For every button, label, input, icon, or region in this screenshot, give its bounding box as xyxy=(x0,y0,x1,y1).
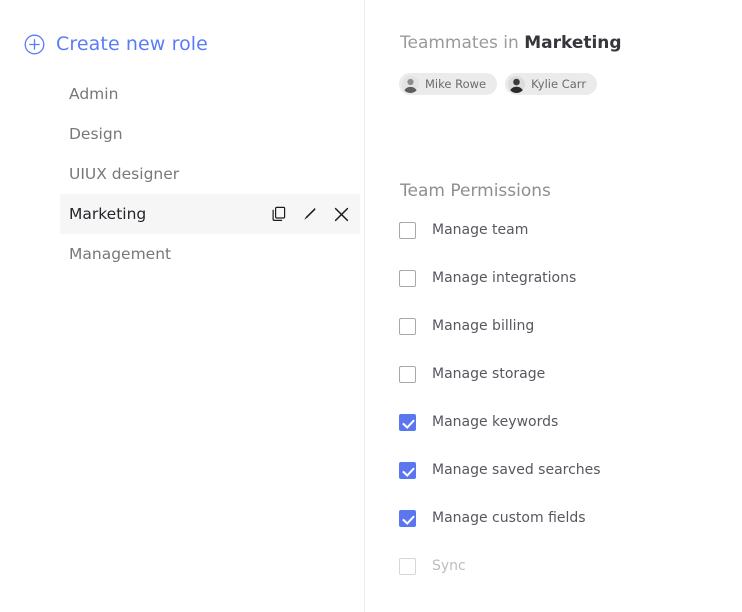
role-list-item-management[interactable]: Management xyxy=(60,234,360,274)
role-name: Design xyxy=(69,125,123,143)
permission-row-manage-custom-fields[interactable]: Manage custom fields xyxy=(399,506,739,530)
teammates-heading-role: Marketing xyxy=(524,33,622,53)
permission-label: Manage team xyxy=(432,222,529,238)
teammate-chip-list: Mike Rowe Kylie Carr xyxy=(399,73,598,95)
create-new-role-label: Create new role xyxy=(56,33,208,55)
roles-sidebar: Create new role Admin Design UIUX design… xyxy=(0,0,364,612)
role-name: Management xyxy=(69,245,172,263)
role-name: Admin xyxy=(69,85,119,103)
permission-label: Manage storage xyxy=(432,366,546,382)
role-row-actions xyxy=(271,206,350,223)
role-list-item-design[interactable]: Design xyxy=(60,114,360,154)
permission-label: Manage saved searches xyxy=(432,462,601,478)
copy-icon[interactable] xyxy=(271,206,287,222)
permissions-heading: Team Permissions xyxy=(400,181,551,201)
permissions-list: Manage team Manage integrations Manage b… xyxy=(399,218,739,602)
permission-row-manage-billing[interactable]: Manage billing xyxy=(399,314,739,338)
avatar xyxy=(508,75,526,93)
permission-row-manage-saved-searches[interactable]: Manage saved searches xyxy=(399,458,739,482)
teammates-heading-prefix: Teammates in xyxy=(400,33,525,53)
teammate-chip[interactable]: Mike Rowe xyxy=(399,73,498,95)
checkbox[interactable] xyxy=(399,365,416,383)
checkbox xyxy=(399,557,416,575)
teammates-heading: Teammates in Marketing xyxy=(400,33,622,53)
checkbox[interactable] xyxy=(399,317,416,335)
permission-row-manage-storage[interactable]: Manage storage xyxy=(399,362,739,386)
role-detail-panel: Teammates in Marketing Mike Rowe Kylie C… xyxy=(365,0,742,612)
permission-row-manage-team[interactable]: Manage team xyxy=(399,218,739,242)
permission-row-manage-keywords[interactable]: Manage keywords xyxy=(399,410,739,434)
permission-row-sync: Sync xyxy=(399,554,739,578)
permission-row-manage-integrations[interactable]: Manage integrations xyxy=(399,266,739,290)
teammate-chip[interactable]: Kylie Carr xyxy=(505,73,598,95)
checkbox[interactable] xyxy=(399,413,416,431)
permission-label: Manage integrations xyxy=(432,270,577,286)
permission-label: Manage custom fields xyxy=(432,510,586,526)
role-list-item-uiux-designer[interactable]: UIUX designer xyxy=(60,154,360,194)
pencil-icon[interactable] xyxy=(302,206,318,222)
close-x-icon[interactable] xyxy=(333,206,350,223)
role-list-item-marketing[interactable]: Marketing xyxy=(60,194,360,234)
role-name: UIUX designer xyxy=(69,165,180,183)
checkbox[interactable] xyxy=(399,269,416,287)
teammate-name: Kylie Carr xyxy=(531,77,587,91)
permission-label: Sync xyxy=(432,558,466,574)
avatar xyxy=(402,75,419,93)
role-list-item-admin[interactable]: Admin xyxy=(60,74,360,114)
checkbox[interactable] xyxy=(399,509,416,527)
checkbox[interactable] xyxy=(399,461,416,479)
permission-label: Manage billing xyxy=(432,318,535,334)
role-permissions-screen: Create new role Admin Design UIUX design… xyxy=(0,0,742,612)
teammate-name: Mike Rowe xyxy=(425,77,487,91)
role-list: Admin Design UIUX designer Marketing Man… xyxy=(0,74,364,274)
permission-label: Manage keywords xyxy=(432,414,559,430)
create-new-role-button[interactable]: Create new role xyxy=(24,33,208,55)
role-name: Marketing xyxy=(69,205,147,223)
checkbox[interactable] xyxy=(399,221,416,239)
plus-circle-icon xyxy=(24,34,45,54)
